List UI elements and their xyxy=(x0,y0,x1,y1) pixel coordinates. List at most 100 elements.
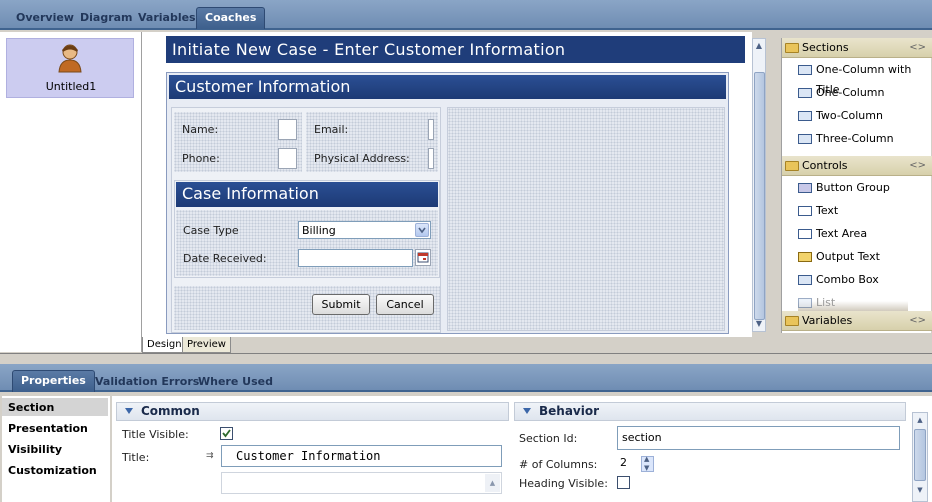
palette-sections-header[interactable]: Sections <> xyxy=(782,38,932,58)
case-type-select[interactable]: Billing xyxy=(298,221,431,239)
title-label: Title: xyxy=(122,451,150,464)
variables-title: Variables xyxy=(802,314,853,327)
common-group-header[interactable]: Common xyxy=(116,402,509,421)
palette-item-one-column-title[interactable]: One-Column with Title xyxy=(798,60,931,96)
tab-design[interactable]: Design xyxy=(142,337,187,353)
palette-item-label: Combo Box xyxy=(816,273,879,286)
combo-box-icon xyxy=(798,275,812,285)
columns-value[interactable]: 2 xyxy=(620,456,627,469)
palette-item-output-text[interactable]: Output Text xyxy=(798,247,880,267)
submit-button[interactable]: Submit xyxy=(312,294,370,315)
section-layout-icon xyxy=(798,111,812,121)
address-label: Physical Address: xyxy=(314,152,410,165)
phone-input[interactable] xyxy=(278,148,297,169)
scroll-up-icon[interactable]: ▲ xyxy=(485,474,500,492)
checkmark-icon xyxy=(222,429,231,438)
left-column: Name: Phone: Email: Physical Address: Ca… xyxy=(171,107,441,333)
properties-scrollbar[interactable]: ▲ ▼ xyxy=(912,412,928,502)
palette-item-label: Text xyxy=(816,204,839,217)
tab-validation-errors[interactable]: Validation Errors xyxy=(95,372,199,392)
output-text-icon xyxy=(798,252,812,262)
palette-item-two-column[interactable]: Two-Column xyxy=(798,106,883,126)
sections-title: Sections xyxy=(802,41,849,54)
scroll-down-icon[interactable]: ▼ xyxy=(753,317,765,331)
scroll-thumb[interactable] xyxy=(754,72,765,320)
properties-body: Common Title Visible: Title: ⇉ Customer … xyxy=(112,396,932,502)
scroll-down-icon[interactable]: ▼ xyxy=(913,483,927,497)
case-section[interactable]: Case Information Case Type Billing Date … xyxy=(174,180,440,278)
tab-properties[interactable]: Properties xyxy=(12,370,95,392)
panel-splitter[interactable] xyxy=(0,353,932,363)
binding-icon[interactable]: ⇉ xyxy=(206,451,214,461)
case-type-label: Case Type xyxy=(183,224,239,237)
tab-overview[interactable]: Overview xyxy=(12,8,78,28)
palette-controls-header[interactable]: Controls <> xyxy=(782,156,932,176)
columns-label: # of Columns: xyxy=(519,458,598,471)
calendar-icon[interactable] xyxy=(415,249,431,266)
tab-preview[interactable]: Preview xyxy=(182,337,231,353)
cancel-button[interactable]: Cancel xyxy=(376,294,434,315)
increment-icon[interactable]: ▲ xyxy=(644,455,649,463)
email-address-group: Email: Physical Address: xyxy=(306,112,438,172)
name-phone-group: Name: Phone: xyxy=(174,112,302,172)
scroll-thumb[interactable] xyxy=(914,429,926,481)
section-layout-icon xyxy=(798,134,812,144)
title-input-value: Customer Information xyxy=(236,449,381,463)
palette-item-combo-box[interactable]: Combo Box xyxy=(798,270,879,290)
nav-presentation[interactable]: Presentation xyxy=(8,422,88,435)
nav-customization[interactable]: Customization xyxy=(8,464,97,477)
columns-stepper[interactable]: ▲ ▼ xyxy=(641,455,654,472)
address-input[interactable] xyxy=(428,148,434,169)
list-icon xyxy=(798,298,812,308)
scroll-up-icon[interactable]: ▲ xyxy=(753,39,765,53)
collapse-icon[interactable]: <> xyxy=(909,311,926,331)
heading-visible-label: Heading Visible: xyxy=(519,477,608,490)
controls-title: Controls xyxy=(802,159,848,172)
common-title: Common xyxy=(141,404,200,418)
palette-item-list[interactable]: List xyxy=(798,293,908,313)
tab-variables[interactable]: Variables xyxy=(134,8,200,28)
decrement-icon[interactable]: ▼ xyxy=(644,464,649,472)
heading-visible-checkbox[interactable] xyxy=(617,476,630,489)
collapse-icon[interactable]: <> xyxy=(909,38,926,58)
button-group: Submit Cancel xyxy=(174,286,440,330)
palette-item-one-column[interactable]: One-Column xyxy=(798,83,885,103)
palette-item-text[interactable]: Text xyxy=(798,201,838,221)
scroll-up-icon[interactable]: ▲ xyxy=(913,413,927,427)
text-area-icon xyxy=(798,229,812,239)
palette-item-button-group[interactable]: Button Group xyxy=(798,178,890,198)
properties-tab-bar: Properties Validation Errors Where Used xyxy=(0,364,932,392)
palette-item-label: Output Text xyxy=(816,250,880,263)
section-id-input[interactable]: section xyxy=(617,426,900,450)
title-visible-checkbox[interactable] xyxy=(220,427,233,440)
section-id-value: section xyxy=(622,431,662,444)
canvas-scrollbar[interactable]: ▲ ▼ xyxy=(752,38,766,332)
coach-item[interactable]: Untitled1 xyxy=(6,38,134,98)
nav-visibility[interactable]: Visibility xyxy=(8,443,62,456)
date-received-input[interactable] xyxy=(298,249,413,267)
customer-section[interactable]: Customer Information Name: Phone: Email:… xyxy=(166,72,729,334)
title-input[interactable]: Customer Information xyxy=(221,445,502,467)
section-layout-icon xyxy=(798,65,812,75)
email-input[interactable] xyxy=(428,119,434,140)
name-input[interactable] xyxy=(278,119,297,140)
tab-diagram[interactable]: Diagram xyxy=(76,8,137,28)
tab-coaches[interactable]: Coaches xyxy=(196,7,266,29)
palette-item-three-column[interactable]: Three-Column xyxy=(798,129,894,149)
behavior-group-header[interactable]: Behavior xyxy=(514,402,906,421)
right-column[interactable] xyxy=(447,107,725,331)
palette-variables-header[interactable]: Variables <> xyxy=(782,311,932,331)
chevron-down-icon xyxy=(523,408,531,414)
nav-section[interactable]: Section xyxy=(8,401,54,414)
email-label: Email: xyxy=(314,123,349,136)
case-type-value: Billing xyxy=(302,224,336,237)
palette-item-label: List xyxy=(816,296,836,309)
title-extra-input[interactable]: ▲ xyxy=(221,472,502,494)
folder-icon xyxy=(785,316,799,326)
chevron-down-icon[interactable] xyxy=(415,223,429,237)
collapse-icon[interactable]: <> xyxy=(909,156,926,176)
properties-nav: Section Presentation Visibility Customiz… xyxy=(2,396,110,502)
section-id-label: Section Id: xyxy=(519,432,578,445)
palette-item-text-area[interactable]: Text Area xyxy=(798,224,867,244)
tab-where-used[interactable]: Where Used xyxy=(198,372,273,392)
